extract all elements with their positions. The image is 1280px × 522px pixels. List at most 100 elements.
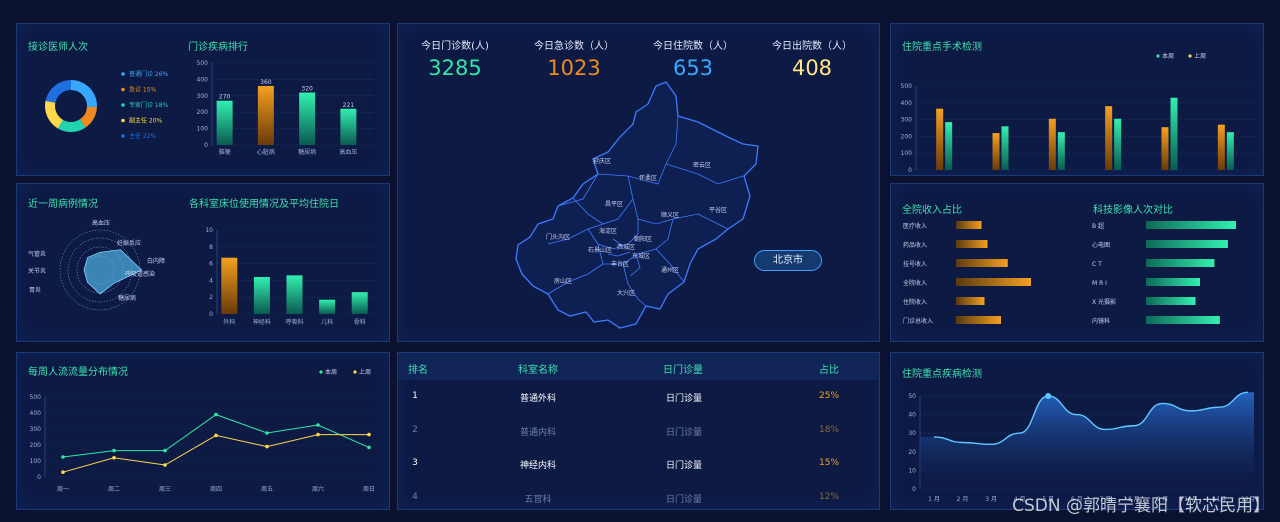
hbar-label: 医疗收入 bbox=[903, 222, 927, 230]
flow-ytick: 0 bbox=[37, 474, 41, 481]
panel-kpi-map: 今日门诊数(人) 3285 今日急诊数（人） 1023 今日住院数（人） 653 今日出院数… bbox=[397, 23, 880, 342]
disease-ytick: 0 bbox=[912, 486, 916, 493]
donut-legend-item: 普通门诊 26% bbox=[129, 70, 169, 78]
surgery-ytick: 0 bbox=[908, 167, 912, 174]
x-tick-label: 呼吸科 bbox=[285, 318, 303, 326]
table-cell-metric: 日门诊量 bbox=[665, 461, 703, 471]
x-tick-label: 周五 bbox=[261, 486, 273, 493]
donut-slice bbox=[45, 80, 71, 103]
bar-last-week bbox=[1161, 127, 1169, 170]
bed-ytick: 2 bbox=[209, 294, 213, 301]
bar-this-week bbox=[1057, 132, 1065, 170]
bar-value-label: 360 bbox=[260, 79, 272, 86]
donut-legend-item: 副主任 20% bbox=[129, 117, 163, 125]
bar bbox=[286, 275, 303, 314]
th-metric: 日门诊量 bbox=[663, 365, 703, 376]
income-ratio-chart: 医疗收入药品收入挂号收入全院收入住院收入门诊总收入 bbox=[903, 221, 1031, 325]
table-row[interactable]: 3 神经内科 日门诊量 15% bbox=[398, 448, 879, 481]
x-tick-label: 高血压 bbox=[339, 148, 357, 156]
hbar bbox=[1146, 221, 1236, 229]
surgery-ytick: 300 bbox=[901, 117, 913, 124]
panel-dept-table: 排名 科室名称 日门诊量 占比 1 普通外科 日门诊量 25% 2 普通内科 日门诊量 18%… bbox=[397, 352, 880, 510]
table-row[interactable]: 1 普通外科 日门诊量 25% bbox=[398, 381, 879, 414]
legend-label: 本周 bbox=[325, 368, 337, 376]
hbar-label: 内镜科 bbox=[1092, 317, 1110, 325]
flow-ytick: 200 bbox=[30, 442, 42, 449]
table-row[interactable]: 4 五官科 日门诊量 12% bbox=[398, 482, 879, 510]
donut-legend-item: 主任 22% bbox=[129, 132, 157, 140]
x-tick-label: 周三 bbox=[159, 486, 171, 493]
bar bbox=[221, 257, 238, 314]
radar-axis-label: 高血压 bbox=[92, 219, 110, 227]
series-line bbox=[62, 434, 369, 473]
hbar bbox=[956, 259, 1008, 267]
legend-dot bbox=[1156, 54, 1160, 58]
x-tick-label: 周四 bbox=[210, 486, 222, 493]
hbar-label: M R I bbox=[1092, 280, 1107, 287]
watermark: CSDN @郭晴宁襄阳【软芯民用】 bbox=[1012, 496, 1270, 516]
bar bbox=[319, 299, 336, 314]
x-tick-label: 2 月 bbox=[957, 496, 969, 503]
hbar-label: 心电图 bbox=[1092, 241, 1110, 249]
series-point bbox=[316, 423, 320, 427]
surgery-ytick: 100 bbox=[901, 150, 913, 157]
bed-ytick: 4 bbox=[209, 277, 213, 284]
legend-dot bbox=[121, 103, 125, 107]
legend-dot bbox=[353, 370, 357, 374]
series-point bbox=[112, 456, 116, 460]
panel-title-outpatient-rank: 门诊疾病排行 bbox=[188, 42, 248, 53]
disease-ytick: 10 bbox=[908, 467, 916, 474]
table-cell-rank: 2 bbox=[412, 424, 418, 435]
disease-ytick: 20 bbox=[908, 449, 916, 456]
legend-dot bbox=[121, 134, 125, 138]
flow-ytick: 400 bbox=[30, 410, 42, 417]
panel-weekly-cases: 近一周病例情况 各科室床位使用情况及平均住院日 高血压 妊娠反应 白内障 呼吸道感染糖… bbox=[16, 183, 390, 342]
series-point bbox=[61, 455, 65, 459]
th-ratio: 占比 bbox=[819, 365, 839, 376]
hbar-label: C T bbox=[1092, 261, 1102, 268]
panel-weekly-flow: 每周人流流量分布情况 0 100 200 300 400 500 周一 周二 周三 周四 周五 周六周… bbox=[16, 352, 390, 510]
bar bbox=[351, 292, 368, 314]
bar bbox=[216, 100, 233, 145]
x-tick-label: 儿科 bbox=[321, 318, 333, 326]
bar bbox=[340, 108, 357, 145]
district-label: 密云区 bbox=[693, 161, 711, 169]
table-cell-ratio: 18% bbox=[818, 424, 840, 435]
imaging-ratio-chart: B 超心电图 C T M R I X 光摄影内镜科 bbox=[1092, 221, 1236, 325]
radar-axis-label: 妊娠反应 bbox=[117, 239, 141, 247]
panel-title-weekly-cases: 近一周病例情况 bbox=[28, 199, 98, 210]
outpatient-ytick: 400 bbox=[197, 76, 209, 83]
table-row[interactable]: 2 普通内科 日门诊量 18% bbox=[398, 415, 879, 448]
radar-axis-label: 胃炎 bbox=[29, 287, 41, 294]
series-point bbox=[367, 445, 371, 450]
radar-axis-label: 白内障 bbox=[147, 257, 165, 265]
map-badge-label: 北京市 bbox=[773, 255, 803, 266]
x-tick-label: 外科 bbox=[223, 318, 235, 326]
table-cell-rank: 1 bbox=[412, 391, 418, 401]
bar-last-week bbox=[936, 108, 944, 170]
panel-title-imaging: 科技影像人次对比 bbox=[1093, 205, 1173, 216]
district-label: 怀柔区 bbox=[639, 174, 657, 182]
map-badge[interactable]: 北京市 bbox=[754, 250, 822, 271]
outpatient-rank-chart: 0 100 200 300 400 500 270 脑梗 360 心脏病 320 糖尿病 221 高血压 bbox=[197, 60, 377, 156]
hbar bbox=[956, 240, 988, 248]
highlight-point[interactable] bbox=[1045, 393, 1052, 399]
table-cell-rank: 4 bbox=[412, 491, 418, 502]
bar-value-label: 270 bbox=[219, 94, 231, 101]
bar-last-week bbox=[1105, 106, 1113, 170]
legend-label: 本周 bbox=[1162, 52, 1174, 60]
table-cell-dept: 普通内科 bbox=[519, 427, 557, 438]
x-tick-label: 周六 bbox=[312, 485, 324, 493]
table-cell-dept: 神经内科 bbox=[519, 461, 557, 471]
x-tick-label: 周日 bbox=[363, 486, 375, 493]
series-point bbox=[214, 433, 218, 438]
donut-legend-item: 专家门诊 18% bbox=[129, 101, 169, 109]
bar-value-label: 320 bbox=[301, 86, 313, 93]
bar-last-week bbox=[1217, 124, 1225, 170]
bed-ytick: 6 bbox=[209, 261, 213, 268]
legend-dot bbox=[1188, 54, 1192, 58]
x-tick-label: 3 月 bbox=[985, 496, 997, 503]
x-tick-label: 心脏病 bbox=[257, 148, 275, 156]
bar-this-week bbox=[1170, 97, 1178, 170]
weekly-flow-chart: 0 100 200 300 400 500 周一 周二 周三 周四 周五 周六 周日 本周 上周 bbox=[30, 368, 381, 493]
